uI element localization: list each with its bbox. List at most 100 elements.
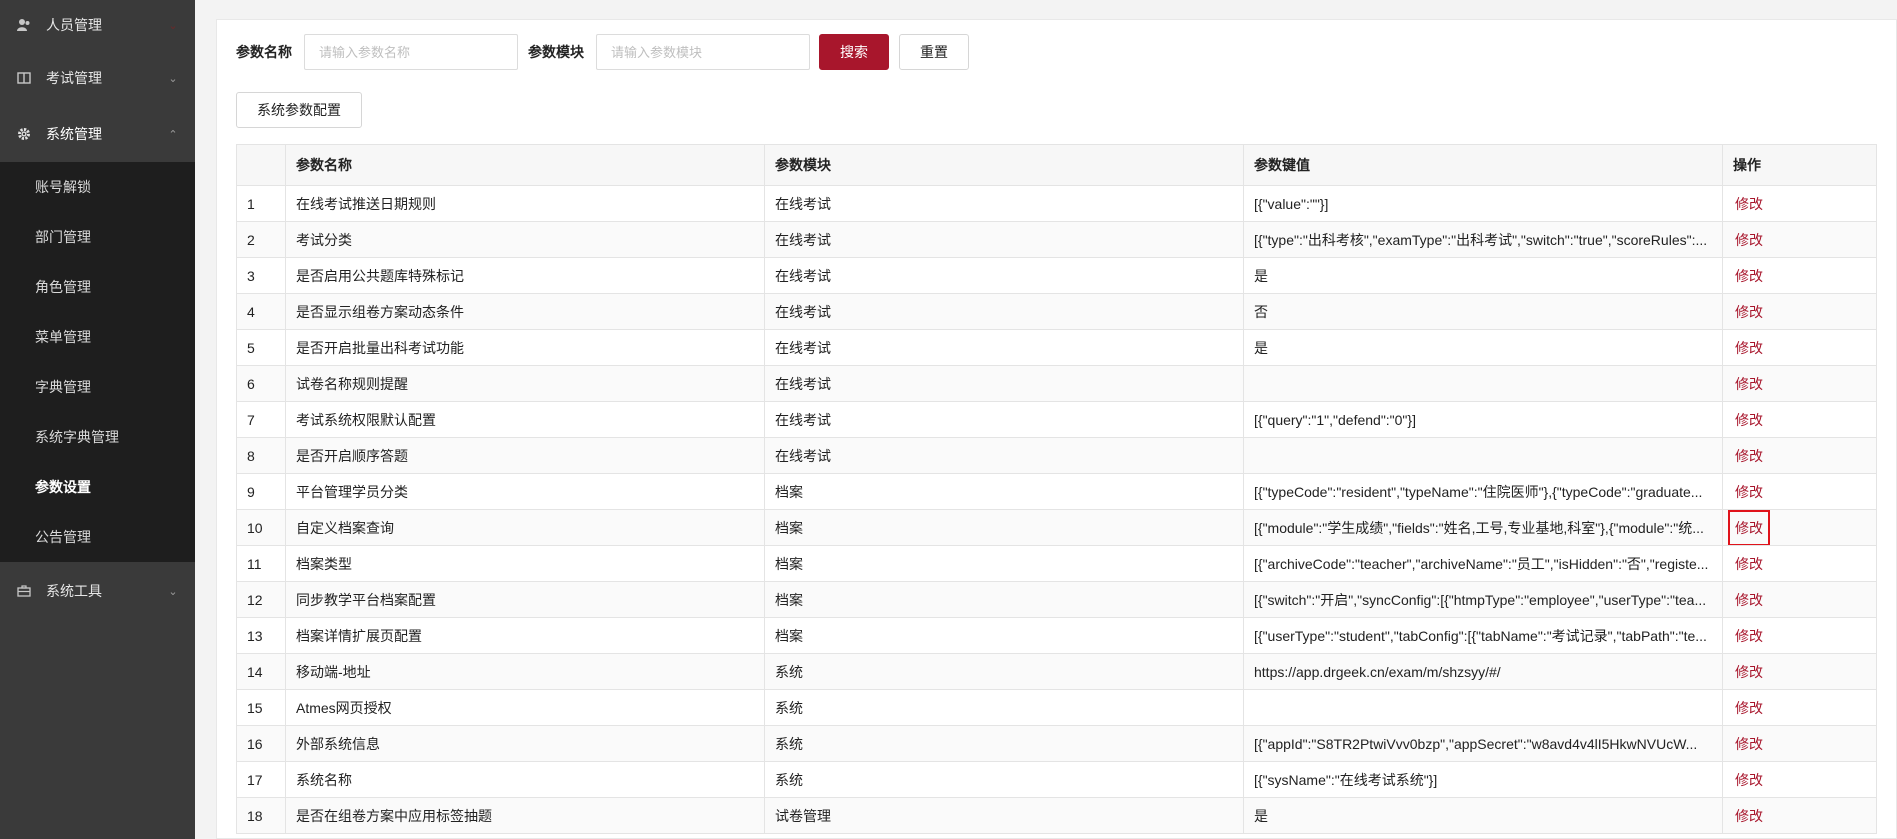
table-row: 13 档案详情扩展页配置 档案 [{"userType":"student","tab… xyxy=(236,617,1877,654)
edit-link[interactable]: 修改 xyxy=(1733,263,1765,289)
cell-actions: 修改 xyxy=(1722,257,1877,294)
menu-group-personnel[interactable]: 人员管理 ⌄ xyxy=(0,0,195,50)
search-button[interactable]: 搜索 xyxy=(819,34,889,70)
cell-index: 15 xyxy=(236,689,286,726)
cell-actions: 修改 xyxy=(1722,797,1877,834)
cell-actions: 修改 xyxy=(1722,545,1877,582)
menu-group-system[interactable]: 系统管理 ⌃ xyxy=(0,106,195,162)
header-actions: 操作 xyxy=(1722,144,1877,186)
edit-link[interactable]: 修改 xyxy=(1733,227,1765,253)
cell-index: 13 xyxy=(236,617,286,654)
cell-param-module: 在线考试 xyxy=(764,257,1244,294)
edit-link[interactable]: 修改 xyxy=(1733,443,1765,469)
cell-param-name: 是否在组卷方案中应用标签抽题 xyxy=(285,797,765,834)
cell-param-value: [{"type":"出科考核","examType":"出科考试","switc… xyxy=(1243,221,1723,258)
cell-actions: 修改 xyxy=(1722,689,1877,726)
cell-param-module: 系统 xyxy=(764,725,1244,762)
sidebar-item-parameters[interactable]: 参数设置 xyxy=(0,462,195,512)
edit-link[interactable]: 修改 xyxy=(1733,407,1765,433)
table-row: 9 平台管理学员分类 档案 [{"typeCode":"resident","type… xyxy=(236,473,1877,510)
table-row: 10 自定义档案查询 档案 [{"module":"学生成绩","fields":"姓… xyxy=(236,509,1877,546)
cell-actions: 修改 xyxy=(1722,761,1877,798)
cell-index: 8 xyxy=(236,437,286,474)
cell-index: 14 xyxy=(236,653,286,690)
cell-actions: 修改 xyxy=(1722,401,1877,438)
edit-link[interactable]: 修改 xyxy=(1733,335,1765,361)
cell-actions: 修改 xyxy=(1722,617,1877,654)
sidebar-item-announcements[interactable]: 公告管理 xyxy=(0,512,195,562)
cell-param-name: 移动端-地址 xyxy=(285,653,765,690)
cell-param-module: 在线考试 xyxy=(764,329,1244,366)
cell-actions: 修改 xyxy=(1722,365,1877,402)
edit-link[interactable]: 修改 xyxy=(1733,479,1765,505)
reset-button[interactable]: 重置 xyxy=(899,34,969,70)
sidebar-item-system-dictionary[interactable]: 系统字典管理 xyxy=(0,412,195,462)
cell-actions: 修改 xyxy=(1722,653,1877,690)
sidebar-item-departments[interactable]: 部门管理 xyxy=(0,212,195,262)
edit-link[interactable]: 修改 xyxy=(1733,299,1765,325)
edit-link[interactable]: 修改 xyxy=(1733,731,1765,757)
chevron-down-icon: ⌄ xyxy=(168,585,178,598)
sidebar-item-menus[interactable]: 菜单管理 xyxy=(0,312,195,362)
cell-param-value xyxy=(1243,437,1723,474)
table-row: 17 系统名称 系统 [{"sysName":"在线考试系统"}] 修改 xyxy=(236,761,1877,798)
cell-param-value: [{"userType":"student","tabConfig":[{"ta… xyxy=(1243,617,1723,654)
cell-param-value: [{"sysName":"在线考试系统"}] xyxy=(1243,761,1723,798)
sidebar-item-dictionary[interactable]: 字典管理 xyxy=(0,362,195,412)
menu-group-tools[interactable]: 系统工具 ⌄ xyxy=(0,562,195,620)
menu-group-label: 人员管理 xyxy=(46,17,102,33)
sidebar-item-roles[interactable]: 角色管理 xyxy=(0,262,195,312)
table-row: 1 在线考试推送日期规则 在线考试 [{"value":""}] 修改 xyxy=(236,185,1877,222)
menu-group-label: 系统管理 xyxy=(46,126,102,142)
cell-param-value xyxy=(1243,689,1723,726)
cell-param-module: 在线考试 xyxy=(764,401,1244,438)
param-table-wrapper: 参数名称 参数模块 参数键值 操作 1 在线考试推送日期规则 在线考试 [{"valu… xyxy=(236,144,1877,834)
cell-param-module: 档案 xyxy=(764,509,1244,546)
edit-link[interactable]: 修改 xyxy=(1733,587,1765,613)
cell-param-name: 系统名称 xyxy=(285,761,765,798)
cell-param-name: 是否开启顺序答题 xyxy=(285,437,765,474)
edit-link[interactable]: 修改 xyxy=(1733,767,1765,793)
cell-param-value: 否 xyxy=(1243,293,1723,330)
system-param-config-button[interactable]: 系统参数配置 xyxy=(236,92,362,128)
cell-param-value: [{"module":"学生成绩","fields":"姓名,工号,专业基地,科… xyxy=(1243,509,1723,546)
cell-index: 17 xyxy=(236,761,286,798)
cell-param-name: 试卷名称规则提醒 xyxy=(285,365,765,402)
sidebar: 人员管理 ⌄ 考试管理 ⌄ 系统管理 ⌃ 账号解锁 部门管理 角色管理 菜单管理… xyxy=(0,0,195,839)
cell-param-module: 档案 xyxy=(764,473,1244,510)
param-name-input[interactable] xyxy=(304,34,518,70)
system-submenu: 账号解锁 部门管理 角色管理 菜单管理 字典管理 系统字典管理 参数设置 公告管… xyxy=(0,162,195,562)
cell-param-name: 是否启用公共题库特殊标记 xyxy=(285,257,765,294)
cell-index: 9 xyxy=(236,473,286,510)
cell-index: 12 xyxy=(236,581,286,618)
cell-index: 3 xyxy=(236,257,286,294)
table-row: 12 同步教学平台档案配置 档案 [{"switch":"开启","syncConfi… xyxy=(236,581,1877,618)
param-module-input[interactable] xyxy=(596,34,810,70)
menu-group-exam[interactable]: 考试管理 ⌄ xyxy=(0,50,195,106)
cell-param-value: 是 xyxy=(1243,257,1723,294)
table-row: 14 移动端-地址 系统 https://app.drgeek.cn/exam/m/s… xyxy=(236,653,1877,690)
edit-link[interactable]: 修改 xyxy=(1733,695,1765,721)
cell-param-module: 在线考试 xyxy=(764,293,1244,330)
edit-link[interactable]: 修改 xyxy=(1733,659,1765,685)
cell-param-value xyxy=(1243,365,1723,402)
edit-link[interactable]: 修改 xyxy=(1733,371,1765,397)
cell-param-name: 是否显示组卷方案动态条件 xyxy=(285,293,765,330)
cell-param-module: 在线考试 xyxy=(764,437,1244,474)
table-row: 5 是否开启批量出科考试功能 在线考试是修改 xyxy=(236,329,1877,366)
header-param-module: 参数模块 xyxy=(764,144,1244,186)
edit-link[interactable]: 修改 xyxy=(1733,803,1765,829)
table-header-row: 参数名称 参数模块 参数键值 操作 xyxy=(236,144,1877,186)
cell-param-name: 外部系统信息 xyxy=(285,725,765,762)
sidebar-item-account-unlock[interactable]: 账号解锁 xyxy=(0,162,195,212)
cell-param-value: [{"query":"1","defend":"0"}] xyxy=(1243,401,1723,438)
book-icon xyxy=(16,70,32,86)
edit-link[interactable]: 修改 xyxy=(1733,191,1765,217)
cell-actions: 修改 xyxy=(1722,329,1877,366)
menu-group-label: 系统工具 xyxy=(46,583,102,599)
edit-link[interactable]: 修改 xyxy=(1728,510,1770,545)
cell-param-module: 系统 xyxy=(764,761,1244,798)
search-bar: 参数名称 参数模块 搜索 重置 xyxy=(236,34,969,70)
edit-link[interactable]: 修改 xyxy=(1733,551,1765,577)
edit-link[interactable]: 修改 xyxy=(1733,623,1765,649)
